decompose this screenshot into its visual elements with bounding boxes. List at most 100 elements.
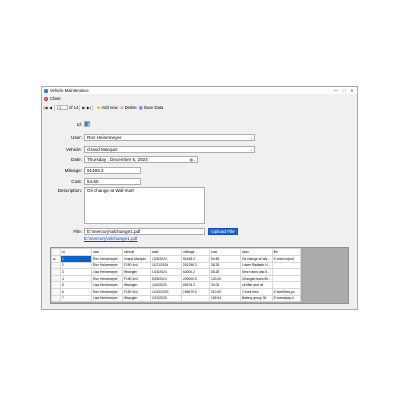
chevron-down-icon[interactable]: ⌄	[250, 147, 253, 152]
table-cell[interactable]: Wrangler	[122, 294, 151, 303]
description-textarea[interactable]: Oil change at Wal-mart	[84, 187, 205, 224]
table-cell[interactable]: 200000.5	[181, 274, 210, 283]
table-cell[interactable]	[181, 294, 210, 303]
move-last-icon[interactable]: ▶|	[86, 105, 91, 111]
row-header[interactable]	[51, 287, 61, 296]
minimize-icon[interactable]: —	[332, 87, 340, 94]
table-cell[interactable]	[271, 268, 301, 276]
table-cell[interactable]: Ron Heinemeyer	[91, 255, 123, 263]
table-cell[interactable]: E:\camrlpep.b	[271, 294, 301, 303]
column-header[interactable]: file	[271, 248, 301, 256]
table-row[interactable]: 2 Ron Heinemeyer F150 4x4 11/21/2024 201…	[51, 261, 301, 270]
table-cell[interactable]	[271, 261, 301, 270]
table-cell[interactable]: 130.00	[209, 274, 241, 283]
table-cell[interactable]: 2/10/2025	[150, 294, 182, 303]
table-row[interactable]: ► 1 Ron Heinemeyer Grand Marquis 12/5/20…	[51, 255, 301, 263]
table-cell[interactable]: 12/5/2024	[150, 255, 182, 263]
table-row[interactable]: 5 Lisa Heinemeyer Wrangler 10/3/2023 652…	[51, 281, 301, 289]
table-cell[interactable]: 2 front tires	[240, 287, 273, 296]
table-row[interactable]: 7 Lisa Heinemeyer Wrangler 2/10/2025 169…	[51, 294, 301, 303]
file-link[interactable]: E:\mercury\oilchange1.pdf	[84, 236, 137, 241]
add-new-button[interactable]: ✚ Add new	[96, 105, 118, 110]
close-window-icon[interactable]: ✕	[348, 87, 356, 94]
table-cell[interactable]: Lower Radiator H...	[240, 261, 273, 270]
move-previous-icon[interactable]: ◀	[48, 105, 53, 111]
table-cell[interactable]: oil filter and oil	[240, 281, 273, 289]
position-input[interactable]: 1	[57, 105, 68, 110]
table-cell[interactable]: 38.25	[209, 261, 241, 270]
upload-file-button[interactable]: Upload File	[208, 228, 238, 235]
column-header[interactable]: desc	[240, 248, 273, 256]
table-cell[interactable]: Ron Heinemeyer	[91, 287, 123, 296]
table-cell[interactable]: 5	[60, 281, 92, 289]
cost-field[interactable]: 54.65	[84, 178, 141, 185]
table-row[interactable]: 3 Lisa Heinemeyer Wrangler 1/15/2024 630…	[51, 268, 301, 276]
row-header[interactable]	[51, 294, 61, 303]
table-cell[interactable]: Ron Heinemeyer	[91, 274, 123, 283]
row-header[interactable]	[51, 261, 61, 270]
date-picker[interactable]: Thursday , December 5, 2024 ▦⌄	[84, 156, 198, 163]
table-cell[interactable]: 196679.3	[181, 287, 210, 296]
save-data-button[interactable]: ▩ Save Data	[139, 105, 163, 110]
table-cell[interactable]: F150 4x4	[122, 261, 151, 270]
row-header[interactable]	[51, 281, 61, 289]
table-cell[interactable]: 11/21/2024	[150, 261, 182, 270]
table-cell[interactable]: 54.65	[209, 255, 241, 263]
current-row-indicator-icon[interactable]: ►	[51, 255, 61, 263]
table-row[interactable]: 4 Ron Heinemeyer F150 4x4 5/25/2024 2000…	[51, 274, 301, 283]
column-header[interactable]: mileage	[181, 248, 210, 256]
table-cell[interactable]: Changed trans filt...	[240, 274, 273, 283]
table-cell[interactable]: 12/10/2023	[150, 287, 182, 296]
table-cell[interactable]: 10/3/2023	[150, 281, 182, 289]
table-cell[interactable]: 30.00	[209, 281, 241, 289]
calendar-icon[interactable]: ▦⌄	[190, 157, 196, 162]
table-cell[interactable]: Lisa Heinemeyer	[91, 281, 123, 289]
table-cell[interactable]	[271, 281, 301, 289]
table-cell[interactable]: E:\mercury\oil	[271, 255, 301, 263]
column-header[interactable]: date	[150, 248, 182, 256]
column-header[interactable]: vehicle	[122, 248, 151, 256]
table-cell[interactable]: 58.26	[209, 268, 241, 276]
user-combobox[interactable]: Ron Heinemeyer ⌄	[84, 134, 255, 141]
table-cell[interactable]: 3	[60, 268, 92, 276]
chevron-down-icon[interactable]: ⌄	[250, 135, 253, 140]
table-cell[interactable]	[271, 274, 301, 283]
table-cell[interactable]: 2	[60, 261, 92, 270]
table-cell[interactable]: Grand Marquis	[122, 255, 151, 263]
vehicle-combobox[interactable]: Grand Marquis ⌄	[84, 146, 255, 153]
table-cell[interactable]: F150 4x4	[122, 287, 151, 296]
table-row[interactable]: 6 Ron Heinemeyer F150 4x4 12/10/2023 196…	[51, 287, 301, 296]
column-header[interactable]: id	[60, 248, 92, 256]
table-cell[interactable]: 1	[60, 255, 92, 263]
mileage-field[interactable]: 91465.2	[84, 167, 141, 174]
table-cell[interactable]: New rotors and b...	[240, 268, 273, 276]
table-cell[interactable]: 7	[60, 294, 92, 303]
table-cell[interactable]: 65276.2	[181, 281, 210, 289]
table-cell[interactable]: Lisa Heinemeyer	[91, 294, 123, 303]
table-cell[interactable]: E:\ford\tires.pc	[271, 287, 301, 296]
table-cell[interactable]: Wrangler	[122, 281, 151, 289]
column-header[interactable]: user	[91, 248, 123, 256]
table-cell[interactable]: 5/25/2024	[150, 274, 182, 283]
delete-button[interactable]: ✕ Delete	[120, 105, 137, 110]
table-cell[interactable]: Battery group 34	[240, 294, 273, 303]
table-cell[interactable]: Wrangler	[122, 268, 151, 276]
table-cell[interactable]: 169.54	[209, 294, 241, 303]
row-header[interactable]	[51, 274, 61, 283]
id-field[interactable]: 1	[84, 121, 90, 127]
table-cell[interactable]: 201296.3	[181, 261, 210, 270]
table-cell[interactable]: 91465.2	[181, 255, 210, 263]
table-cell[interactable]: Ron Heinemeyer	[91, 261, 123, 270]
file-field[interactable]: E:\mercury\oilchange1.pdf	[84, 228, 205, 235]
table-cell[interactable]: 1/15/2024	[150, 268, 182, 276]
table-cell[interactable]: 4	[60, 274, 92, 283]
table-cell[interactable]: 6	[60, 287, 92, 296]
table-cell[interactable]: 210.00	[209, 287, 241, 296]
table-cell[interactable]: Oil change at Wa...	[240, 255, 273, 263]
maximize-icon[interactable]: □	[340, 87, 348, 94]
table-cell[interactable]: Lisa Heinemeyer	[91, 268, 123, 276]
close-menu-item[interactable]: Close	[50, 96, 61, 101]
row-header[interactable]	[51, 268, 61, 276]
table-cell[interactable]: F150 4x4	[122, 274, 151, 283]
column-header[interactable]: cost	[209, 248, 241, 256]
